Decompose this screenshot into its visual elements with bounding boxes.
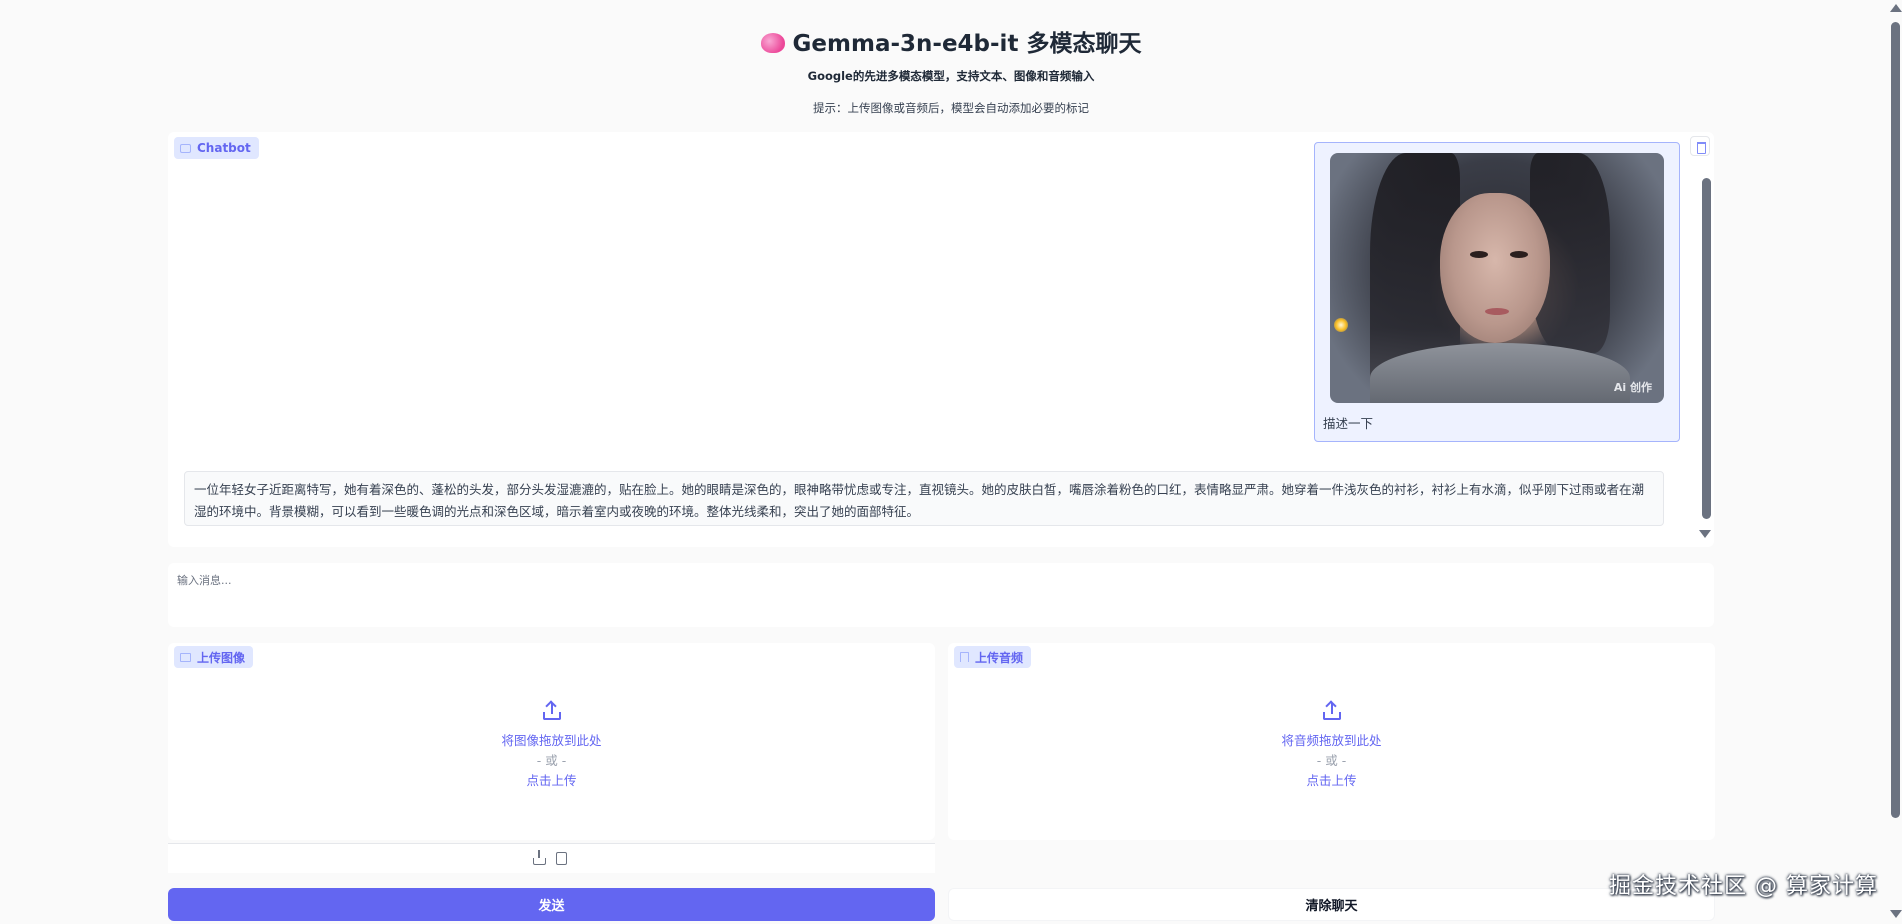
photo-face (1440, 193, 1550, 343)
site-watermark: 掘金技术社区 @ 算家计算 (1609, 874, 1878, 899)
send-button[interactable]: 发送 (168, 888, 935, 921)
clear-history-button[interactable] (1690, 136, 1710, 156)
image-upload-dropzone[interactable]: 将图像拖放到此处 - 或 - 点击上传 (168, 643, 935, 840)
user-message: Ai 创作 描述一下 (1314, 142, 1680, 442)
image-upload-toolbar (168, 843, 935, 873)
image-upload-label: 上传图像 (174, 646, 254, 668)
page-title: Gemma-3n-e4b-it 多模态聊天 (0, 24, 1902, 58)
message-input-placeholder: 输入消息... (177, 574, 232, 587)
chatbot-label: Chatbot (174, 137, 259, 159)
message-input[interactable] (168, 563, 1714, 627)
audio-upload-label: 上传音频 (954, 646, 1032, 668)
upload-file-icon[interactable] (533, 850, 546, 865)
brain-icon (760, 33, 785, 53)
photo-eye-left (1470, 251, 1488, 258)
upload-icon (1322, 700, 1342, 721)
page-scroll-up-icon[interactable] (1890, 4, 1902, 12)
image-click-upload[interactable]: 点击上传 (526, 773, 576, 788)
page-title-text: Gemma-3n-e4b-it 多模态聊天 (792, 31, 1142, 57)
audio-or-text: - 或 - (1316, 753, 1347, 768)
chatbot-label-text: Chatbot (197, 141, 251, 155)
user-uploaded-image[interactable]: Ai 创作 (1330, 153, 1664, 403)
image-icon (180, 652, 191, 662)
image-drop-text: 将图像拖放到此处 (501, 733, 602, 748)
music-icon (960, 652, 969, 662)
photo-mouth (1485, 308, 1509, 315)
audio-upload-dropzone[interactable]: 将音频拖放到此处 - 或 - 点击上传 (948, 643, 1715, 840)
chat-scrollbar[interactable] (1702, 178, 1711, 519)
audio-upload-prompt: 将音频拖放到此处 - 或 - 点击上传 (948, 700, 1715, 791)
upload-icon (542, 700, 562, 721)
audio-upload-label-text: 上传音频 (975, 650, 1024, 665)
chat-bubble-icon (180, 143, 191, 153)
page-scrollbar[interactable] (1891, 22, 1900, 818)
audio-click-upload[interactable]: 点击上传 (1306, 773, 1356, 788)
page-hint: 提示：上传图像或音频后，模型会自动添加必要的标记 (813, 101, 1089, 115)
clear-chat-button[interactable]: 清除聊天 (948, 888, 1715, 921)
assistant-message: 一位年轻女子近距离特写，她有着深色的、蓬松的头发，部分头发湿漉漉的，贴在脸上。她… (184, 471, 1664, 526)
chat-scroll-down-icon[interactable] (1699, 530, 1711, 538)
photo-eye-right (1510, 251, 1528, 258)
image-upload-label-text: 上传图像 (197, 650, 246, 665)
app-page: Gemma-3n-e4b-it 多模态聊天 Google的先进多模态模型，支持文… (0, 0, 1902, 924)
image-or-text: - 或 - (536, 753, 567, 768)
user-message-text: 描述一下 (1323, 416, 1374, 431)
photo-bokeh-light (1334, 318, 1348, 332)
page-scroll-down-icon[interactable] (1890, 910, 1902, 918)
page-subtitle: Google的先进多模态模型，支持文本、图像和音频输入 (807, 69, 1095, 83)
clipboard-icon[interactable] (556, 852, 567, 865)
audio-drop-text: 将音频拖放到此处 (1281, 733, 1382, 748)
ai-creation-watermark: Ai 创作 (1613, 381, 1652, 394)
image-upload-prompt: 将图像拖放到此处 - 或 - 点击上传 (168, 700, 935, 791)
